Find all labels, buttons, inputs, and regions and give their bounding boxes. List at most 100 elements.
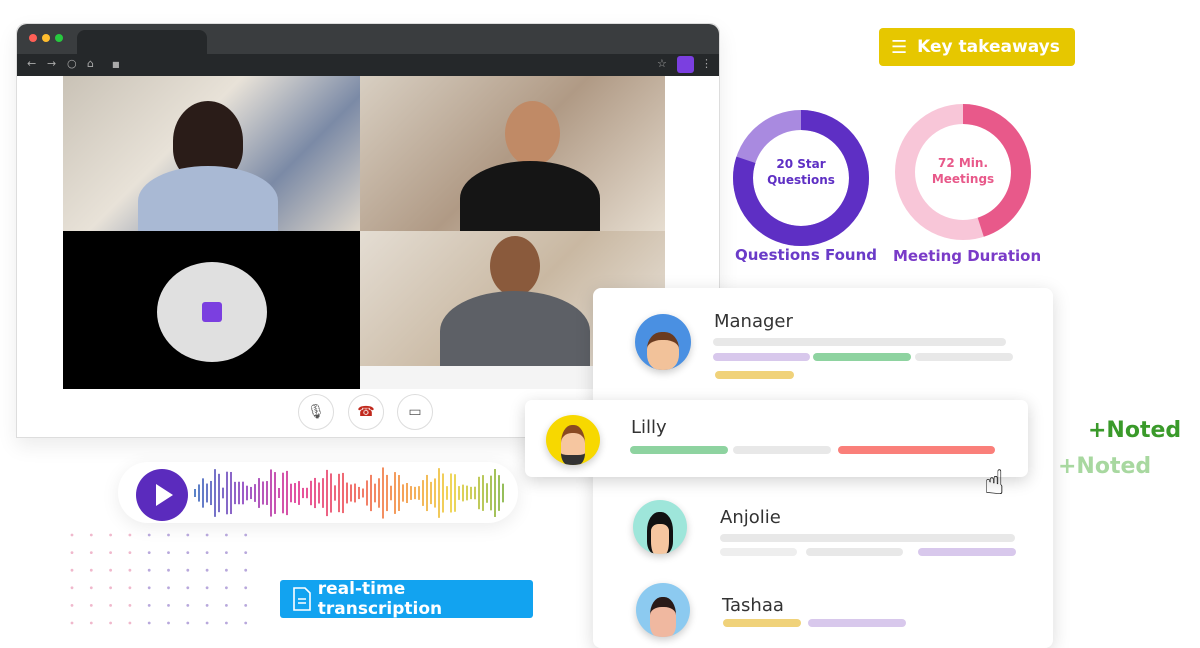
decor-dot: [109, 551, 112, 554]
waveform-bar: [430, 481, 432, 505]
audio-waveform[interactable]: [194, 466, 506, 520]
avatar-manager[interactable]: [635, 314, 691, 370]
key-takeaways-label: Key takeaways: [917, 37, 1060, 57]
decor-dot: [128, 551, 132, 554]
decor-dot: [147, 568, 151, 572]
waveform-bar: [470, 486, 472, 500]
back-arrow-icon[interactable]: ←: [27, 57, 36, 70]
decor-dot: [244, 604, 248, 607]
waveform-bar: [446, 486, 448, 500]
waveform-bar: [454, 474, 456, 512]
play-button[interactable]: [136, 469, 188, 521]
video-tile-participant-2: [360, 76, 665, 231]
waveform-bar: [362, 488, 364, 498]
tag-bar: [720, 548, 797, 556]
waveform-bar: [318, 482, 320, 504]
more-menu-icon[interactable]: ⋮: [701, 57, 712, 70]
close-window-button[interactable]: [29, 34, 37, 42]
waveform-bar: [294, 483, 296, 503]
waveform-bar: [442, 473, 444, 513]
waveform-bar: [466, 485, 468, 501]
decor-dot: [225, 604, 228, 607]
decor-dot: [205, 586, 209, 590]
stat-unit: Questions: [767, 173, 835, 187]
decor-dot: [225, 533, 228, 537]
waveform-bar: [242, 481, 244, 505]
avatar-tashaa[interactable]: [636, 583, 690, 637]
avatar-anjolie[interactable]: [633, 500, 687, 554]
waveform-bar: [306, 487, 308, 499]
extension-icon[interactable]: [677, 56, 694, 73]
decor-dot: [167, 621, 170, 625]
tag-bar: [918, 548, 1016, 556]
decor-dot: [186, 586, 190, 590]
waveform-bar: [278, 487, 280, 499]
decor-dot: [70, 568, 74, 572]
browser-tab[interactable]: [77, 30, 207, 54]
waveform-bar: [250, 486, 252, 500]
decor-dot: [186, 568, 190, 572]
decor-dot: [244, 533, 248, 537]
waveform-bar: [262, 481, 264, 505]
decor-dot: [109, 533, 112, 537]
waveform-bar: [210, 480, 212, 506]
decor-dot: [89, 604, 93, 607]
star-icon[interactable]: ☆: [657, 57, 667, 70]
decor-dot: [205, 568, 209, 572]
decor-dot: [128, 621, 132, 625]
decor-dot: [205, 533, 209, 537]
participant-name: Tashaa: [722, 595, 784, 616]
duration-donut-text: 72 Min. Meetings: [903, 155, 1023, 187]
decor-dot: [244, 568, 248, 572]
meeting-duration-label: Meeting Duration: [893, 247, 1042, 265]
decor-dot: [225, 551, 228, 554]
tag-bar: [715, 371, 794, 379]
participant-name: Lilly: [631, 417, 667, 438]
waveform-bar: [270, 469, 272, 517]
maximize-window-button[interactable]: [55, 34, 63, 42]
decor-dot: [70, 621, 74, 625]
mic-button[interactable]: 🎙: [298, 394, 334, 430]
home-icon[interactable]: ⌂: [87, 57, 94, 70]
key-takeaways-badge: ☰ Key takeaways: [879, 28, 1075, 66]
transcription-label: real-time transcription: [317, 579, 443, 619]
waveform-bar: [346, 482, 348, 504]
tag-bar: [808, 619, 906, 627]
participant-name: Manager: [714, 311, 793, 332]
waveform-bar: [334, 485, 336, 501]
hangup-button[interactable]: ☎: [348, 394, 384, 430]
tag-bar: [713, 353, 810, 361]
waveform-bar: [254, 484, 256, 502]
waveform-bar: [202, 478, 204, 508]
decor-dot: [205, 551, 209, 554]
waveform-bar: [410, 486, 412, 500]
decor-dot: [225, 586, 228, 590]
microphone-icon: 🎙: [307, 404, 325, 420]
decor-dot: [186, 533, 190, 537]
decor-dot: [70, 533, 74, 537]
minimize-window-button[interactable]: [42, 34, 50, 42]
waveform-bar: [482, 475, 484, 511]
waveform-bar: [402, 484, 404, 502]
waveform-bar: [462, 484, 464, 502]
waveform-bar: [338, 473, 340, 513]
participant-card-lilly[interactable]: Lilly: [525, 400, 1028, 477]
waveform-bar: [298, 481, 300, 505]
forward-arrow-icon[interactable]: →: [47, 57, 56, 70]
tag-bar: [813, 353, 911, 361]
real-time-transcription-badge: real-time transcription: [280, 579, 533, 619]
tag-bar: [733, 446, 831, 454]
waveform-bar: [246, 485, 248, 501]
decor-dot: [225, 568, 228, 572]
decor-dot: [89, 533, 93, 537]
decor-dot: [244, 586, 248, 590]
document-icon: [293, 587, 311, 611]
camera-button[interactable]: ▭: [397, 394, 433, 430]
lock-icon: ■: [112, 60, 120, 69]
decor-dot: [147, 551, 151, 554]
reload-icon[interactable]: ○: [67, 57, 77, 70]
waveform-bar: [238, 481, 240, 505]
decor-dot: [109, 621, 112, 625]
noted-label: +Noted: [1088, 418, 1182, 443]
waveform-bar: [358, 486, 360, 500]
